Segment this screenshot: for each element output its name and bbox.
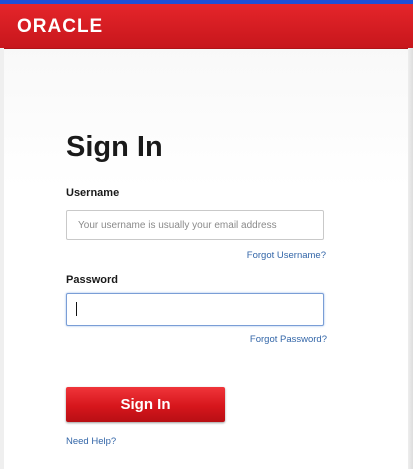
page-title: Sign In [66,131,163,163]
forgot-username-link[interactable]: Forgot Username? [247,250,326,262]
password-label: Password [66,274,118,286]
password-input[interactable] [66,293,324,326]
oracle-logo[interactable]: ORACLE [17,17,103,37]
left-edge-shade [0,48,4,469]
right-edge-shade [408,48,413,469]
username-label: Username [66,187,120,199]
username-input[interactable] [66,210,324,240]
login-page: ORACLE Sign In Username Forgot Username?… [0,0,413,469]
header-bar: ORACLE [0,4,413,48]
text-cursor [76,302,77,316]
sign-in-button[interactable]: Sign In [66,387,225,422]
forgot-password-link[interactable]: Forgot Password? [250,334,327,346]
need-help-link[interactable]: Need Help? [66,436,116,448]
